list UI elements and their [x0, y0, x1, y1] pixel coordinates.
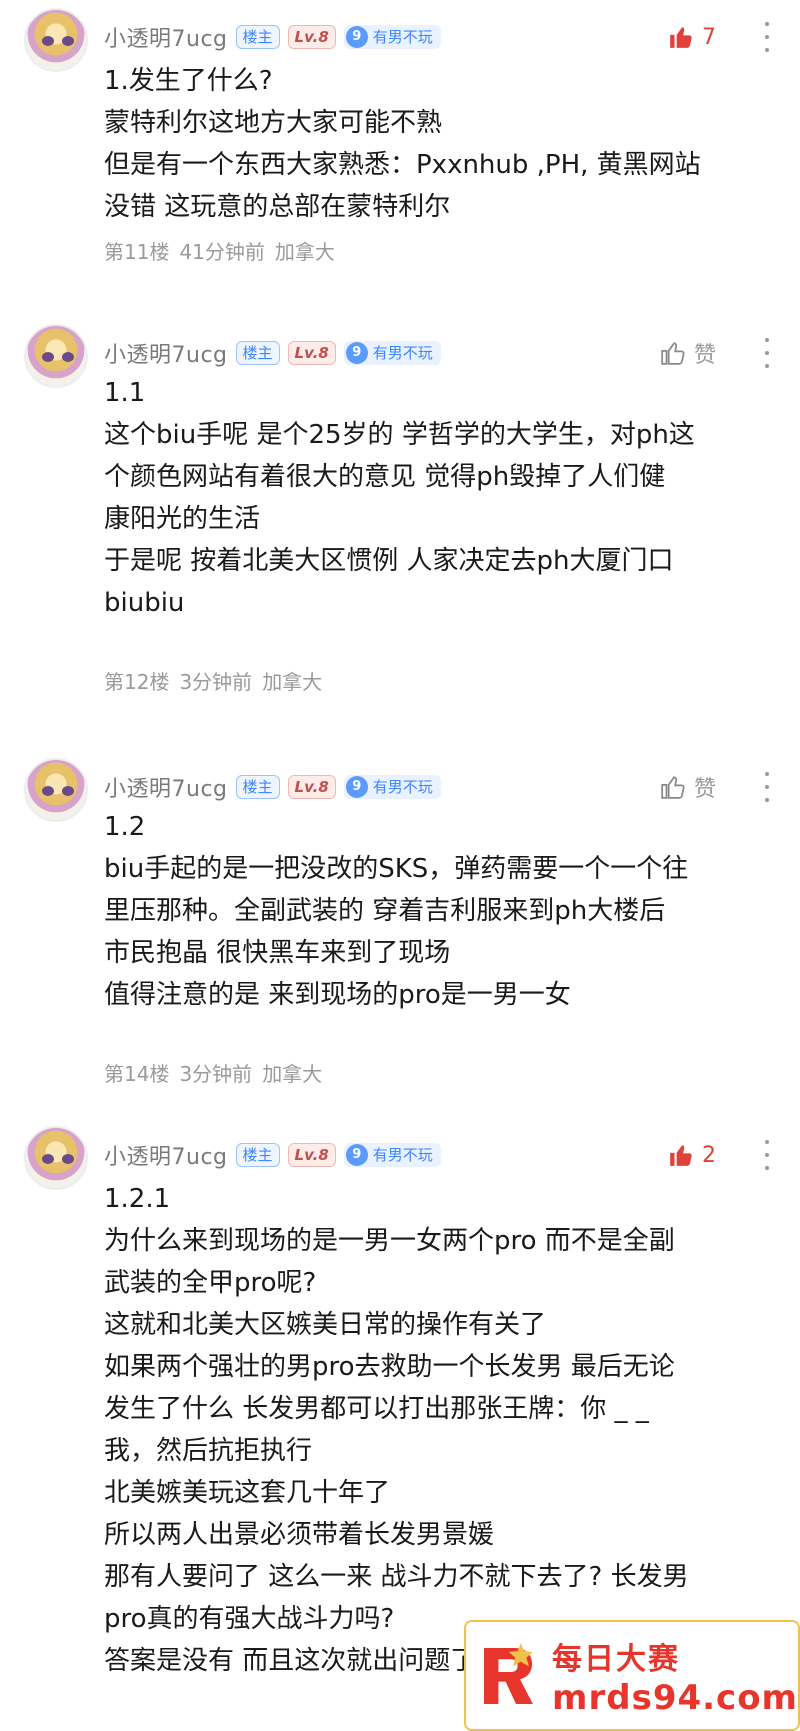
- floor-number: 第12楼: [104, 670, 170, 694]
- username[interactable]: 小透明7ucg: [104, 1139, 228, 1171]
- user-row: 小透明7ucg 楼主 Lv.8 9 有男不玩: [104, 20, 441, 54]
- like-button[interactable]: 赞: [660, 770, 716, 804]
- comment-line: 1.发生了什么?: [104, 66, 273, 96]
- comment-line: 但是有一个东西大家熟悉：Pxxnhub ,PH, 黄黑网站: [104, 150, 701, 180]
- like-count: 2: [702, 1142, 716, 1168]
- owner-badge: 楼主: [235, 25, 280, 49]
- comment-meta: 第11楼 41分钟前 加拿大: [104, 236, 335, 265]
- comment-meta: 第12楼 3分钟前 加拿大: [104, 666, 322, 695]
- comment-line: 我，然后抗拒执行: [104, 1436, 313, 1466]
- thumb-up-icon: [661, 776, 685, 799]
- post-location: 加拿大: [262, 670, 323, 694]
- level-badge: Lv.8: [287, 341, 336, 365]
- more-icon[interactable]: [764, 1140, 770, 1170]
- thumb-up-icon: [670, 27, 692, 48]
- thumb-up-icon: [661, 342, 685, 365]
- avatar[interactable]: [24, 758, 88, 822]
- comment-line: 值得注意的是 来到现场的pro是一男一女: [104, 980, 571, 1010]
- fan-level: 9: [345, 26, 368, 48]
- comment-text: 1.2 biu手起的是一把没改的SKS，弹药需要一个一个往 里压那种。全副武装的…: [104, 806, 780, 1016]
- user-row: 小透明7ucg 楼主 Lv.8 9 有男不玩: [104, 336, 441, 370]
- floor-number: 第14楼: [104, 1062, 170, 1086]
- fan-badge-text: 有男不玩: [372, 344, 433, 362]
- comment-line: 发生了什么 长发男都可以打出那张王牌：你 _ _: [104, 1394, 649, 1424]
- comment-line: 那有人要问了 这么一来 战斗力不就下去了? 长发男: [104, 1562, 689, 1592]
- comment-line: 所以两人出景必须带着长发男景媛: [104, 1520, 495, 1550]
- comment-line: biu手起的是一把没改的SKS，弹药需要一个一个往: [104, 854, 689, 884]
- comment-line: 蒙特利尔这地方大家可能不熟: [104, 108, 443, 138]
- fan-badge: 9 有男不玩: [343, 1143, 441, 1167]
- post-location: 加拿大: [262, 1062, 323, 1086]
- like-button[interactable]: 7: [668, 20, 716, 54]
- username[interactable]: 小透明7ucg: [104, 337, 228, 369]
- like-button[interactable]: 2: [668, 1138, 716, 1172]
- comment-text: 1.发生了什么? 蒙特利尔这地方大家可能不熟 但是有一个东西大家熟悉：Pxxnh…: [104, 60, 780, 228]
- comment-line: 北美嫉美玩这套几十年了: [104, 1478, 391, 1508]
- comment-line: 于是呢 按着北美大区惯例 人家决定去ph大厦门口: [104, 546, 674, 576]
- comment-text: 1.1 这个biu手呢 是个25岁的 学哲学的大学生，对ph这 个颜色网站有着很…: [104, 372, 780, 624]
- owner-badge: 楼主: [235, 775, 280, 799]
- level-badge: Lv.8: [287, 25, 336, 49]
- post-time: 41分钟前: [179, 240, 265, 264]
- owner-badge: 楼主: [235, 341, 280, 365]
- fan-badge: 9 有男不玩: [343, 25, 441, 49]
- comment-line: 如果两个强壮的男pro去救助一个长发男 最后无论: [104, 1352, 675, 1382]
- comment-line: 没错 这玩意的总部在蒙特利尔: [104, 192, 451, 222]
- owner-badge: 楼主: [235, 1143, 280, 1167]
- watermark: 每日大赛 mrds94.com: [464, 1620, 800, 1731]
- level-badge: Lv.8: [287, 775, 336, 799]
- comment-line: 康阳光的生活: [104, 504, 261, 534]
- comment-line: 1.2.1: [104, 1184, 171, 1214]
- comment-line: 1.1: [104, 378, 146, 408]
- comment-line: biubiu: [104, 588, 185, 618]
- avatar[interactable]: [24, 1126, 88, 1190]
- fan-level: 9: [345, 342, 368, 364]
- thumb-up-icon: [670, 1145, 692, 1166]
- like-button[interactable]: 赞: [660, 336, 716, 370]
- avatar[interactable]: [24, 324, 88, 388]
- comment-line: 市民抱晶 很快黑车来到了现场: [104, 938, 451, 968]
- level-badge: Lv.8: [287, 1143, 336, 1167]
- watermark-title: 每日大赛: [552, 1641, 681, 1677]
- floor-number: 第11楼: [104, 240, 170, 264]
- username[interactable]: 小透明7ucg: [104, 21, 228, 53]
- fan-badge: 9 有男不玩: [343, 775, 441, 799]
- post-time: 3分钟前: [179, 670, 253, 694]
- fan-badge: 9 有男不玩: [343, 341, 441, 365]
- like-label: 赞: [693, 343, 716, 368]
- comment-line: 武装的全甲pro呢?: [104, 1268, 317, 1298]
- watermark-url: mrds94.com: [552, 1677, 798, 1718]
- more-icon[interactable]: [764, 22, 770, 52]
- fan-badge-text: 有男不玩: [372, 28, 433, 46]
- comment-line: 里压那种。全副武装的 穿着吉利服来到ph大楼后: [104, 896, 666, 926]
- comment-meta: 第14楼 3分钟前 加拿大: [104, 1058, 322, 1087]
- watermark-logo-icon: [484, 1642, 533, 1704]
- fan-badge-text: 有男不玩: [372, 1146, 433, 1164]
- post-time: 3分钟前: [179, 1062, 253, 1086]
- fan-level: 9: [345, 776, 368, 798]
- user-row: 小透明7ucg 楼主 Lv.8 9 有男不玩: [104, 770, 441, 804]
- fan-badge-text: 有男不玩: [372, 778, 433, 796]
- comment-text: 1.2.1 为什么来到现场的是一男一女两个pro 而不是全副 武装的全甲pro呢…: [104, 1178, 780, 1682]
- more-icon[interactable]: [764, 338, 770, 368]
- comment-line: 个颜色网站有着很大的意见 觉得ph毁掉了人们健: [104, 462, 666, 492]
- user-row: 小透明7ucg 楼主 Lv.8 9 有男不玩: [104, 1138, 441, 1172]
- like-count: 7: [702, 24, 716, 50]
- comment-line: 1.2: [104, 812, 146, 842]
- fan-level: 9: [345, 1144, 368, 1166]
- avatar[interactable]: [24, 8, 88, 72]
- like-label: 赞: [693, 777, 716, 802]
- username[interactable]: 小透明7ucg: [104, 771, 228, 803]
- comment-line: 这个biu手呢 是个25岁的 学哲学的大学生，对ph这: [104, 420, 695, 450]
- comment-line: 这就和北美大区嫉美日常的操作有关了: [104, 1310, 547, 1340]
- post-location: 加拿大: [274, 240, 335, 264]
- more-icon[interactable]: [764, 772, 770, 802]
- comment-line: 为什么来到现场的是一男一女两个pro 而不是全副: [104, 1226, 675, 1256]
